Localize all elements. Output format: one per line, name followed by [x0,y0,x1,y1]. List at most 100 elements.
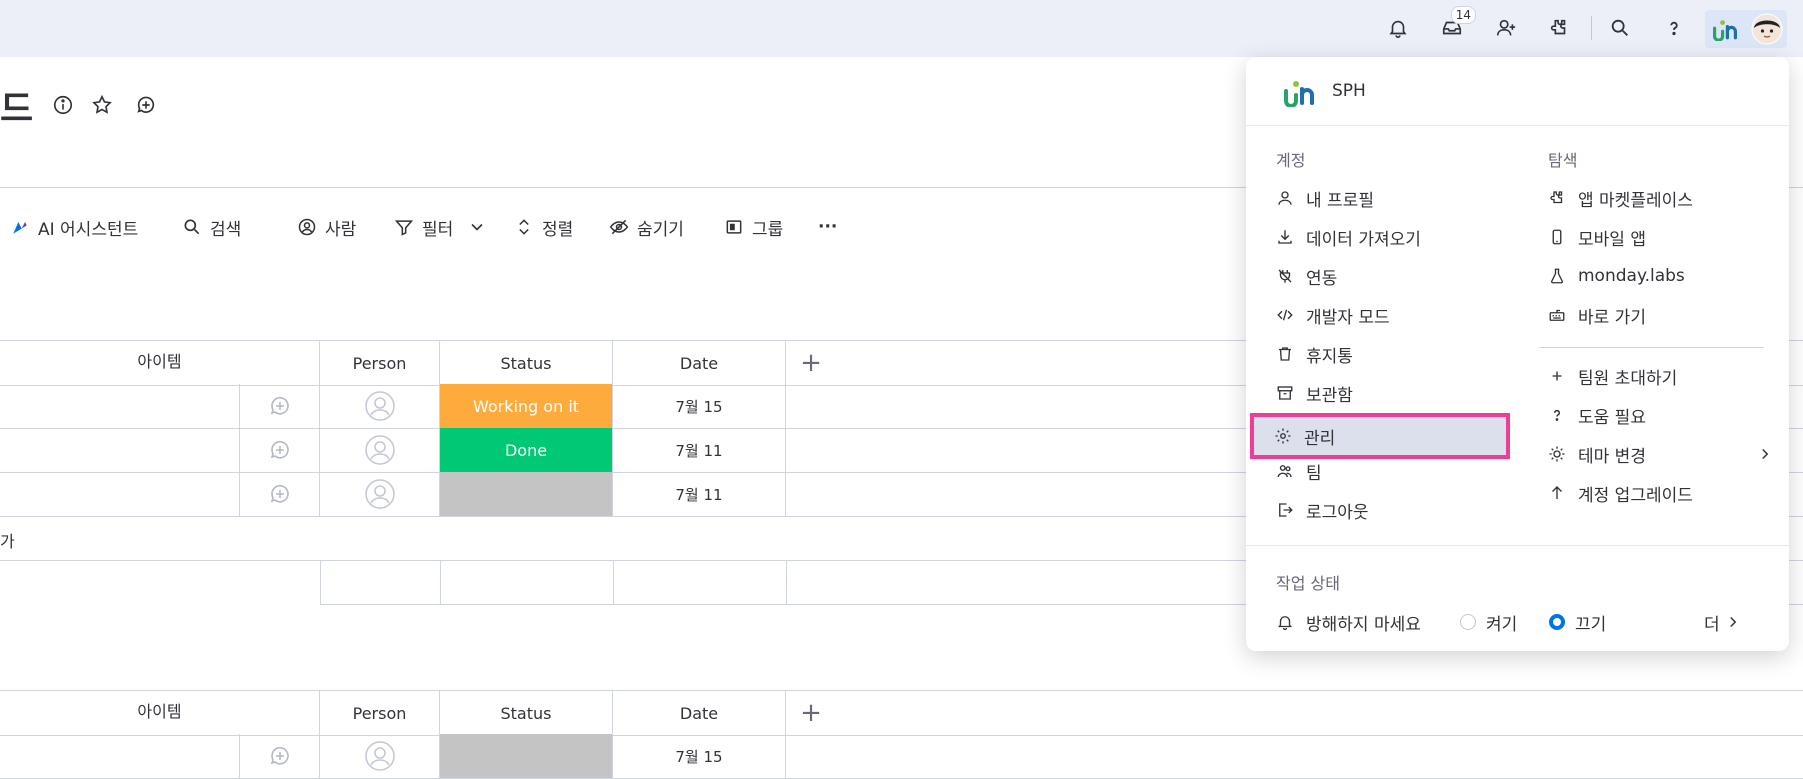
date-column-header[interactable]: Date [613,691,786,735]
menu-item-import-data[interactable]: 데이터 가져오기 [1276,220,1421,254]
add-update-button[interactable] [240,428,320,472]
add-column-button[interactable]: + [786,341,836,385]
board-updates-button[interactable] [134,93,158,117]
menu-item-change-theme[interactable]: 테마 변경 [1548,437,1769,471]
item-name-cell[interactable] [0,734,240,778]
group-button[interactable]: 그룹 [724,215,783,240]
mobile-icon [1552,229,1562,245]
item-name-cell[interactable] [0,428,240,472]
date-cell[interactable]: 7월 11 [613,428,786,472]
org-name: SPH [1332,81,1366,101]
table-header-row: 아이템 Person Status Date + [0,690,1803,736]
work-status-divider [1246,545,1789,546]
info-icon [53,95,73,115]
comment-add-icon [270,746,289,765]
board-info-button[interactable] [51,93,75,117]
menu-item-upgrade-account[interactable]: 계정 업그레이드 [1548,476,1693,510]
inbox-badge: 14 [1450,6,1476,24]
dnd-off-option[interactable]: 끄기 [1549,605,1606,639]
keyboard-icon [1549,309,1565,321]
item-name-cell[interactable] [0,384,240,428]
menu-item-integrations[interactable]: 연동 [1276,259,1337,293]
add-update-button[interactable] [240,472,320,516]
table-row[interactable]: 7월 15 [0,734,1803,779]
status-cell[interactable]: Working on it [440,384,613,428]
more-options-button[interactable]: ··· [818,215,837,239]
account-menu-button[interactable] [1705,10,1787,48]
funnel-icon [394,220,414,236]
work-status-more-button[interactable]: 더 [1704,605,1742,639]
search-button[interactable] [1604,12,1636,44]
do-not-disturb-row: 방해하지 마세요 [1276,605,1421,639]
menu-item-invite-members[interactable]: 팀원 초대하기 [1548,359,1677,393]
add-column-button[interactable]: + [786,691,836,735]
menu-item-my-profile[interactable]: 내 프로필 [1276,181,1374,215]
help-icon [1554,409,1560,421]
flask-icon [1551,268,1563,284]
menu-item-administration[interactable]: 관리 [1250,413,1510,459]
date-cell[interactable]: 7월 11 [613,472,786,516]
status-cell[interactable] [440,472,613,516]
person-column-header[interactable]: Person [320,341,440,385]
favorite-button[interactable] [90,93,114,117]
person-placeholder-icon [364,435,395,465]
menu-item-shortcuts[interactable]: 바로 가기 [1548,298,1646,332]
inbox-button[interactable]: 14 [1436,6,1476,44]
add-item-input[interactable]: 가 [0,528,15,552]
board-title[interactable]: 드 [0,80,33,132]
menu-item-developer-mode[interactable]: 개발자 모드 [1276,298,1390,332]
sort-button[interactable]: 정렬 [514,215,574,240]
date-column-header[interactable]: Date [613,341,786,385]
person-column-header[interactable]: Person [320,691,440,735]
status-column-header[interactable]: Status [440,341,613,385]
filter-button[interactable]: 필터 [394,215,487,240]
person-cell[interactable] [320,428,440,472]
menu-item-logout[interactable]: 로그아웃 [1276,493,1369,527]
search-label: 검색 [210,219,242,240]
menu-item-mobile-app[interactable]: 모바일 앱 [1548,220,1646,254]
person-filter-button[interactable]: 사람 [297,215,356,240]
menu-item-app-marketplace[interactable]: 앱 마켓플레이스 [1548,181,1693,215]
person-cell[interactable] [320,472,440,516]
add-update-button[interactable] [240,384,320,428]
sort-icon [519,219,529,235]
person-icon [1278,191,1292,205]
dnd-off-radio[interactable] [1549,614,1565,630]
eye-hidden-icon [609,219,629,235]
menu-item-trash[interactable]: 휴지통 [1276,337,1353,371]
comment-add-icon [270,440,289,459]
filter-label: 필터 [422,219,454,240]
hide-button[interactable]: 숨기기 [609,215,684,240]
summary-status-cell [441,560,614,604]
chevron-right-icon [1729,616,1736,628]
org-logo-icon [1284,81,1314,107]
menu-item-archive[interactable]: 보관함 [1276,376,1353,410]
status-column-header[interactable]: Status [440,691,613,735]
sun-icon [1549,446,1565,462]
invite-members-button[interactable] [1490,12,1522,44]
add-update-button[interactable] [240,734,320,778]
date-cell[interactable]: 7월 15 [613,384,786,428]
menu-item-teams[interactable]: 팀 [1276,454,1322,488]
date-cell[interactable]: 7월 15 [613,734,786,778]
status-cell[interactable] [440,734,613,778]
dnd-on-radio[interactable] [1460,614,1476,630]
help-button[interactable] [1658,12,1690,44]
person-cell[interactable] [320,734,440,778]
chevron-down-icon[interactable] [467,217,487,237]
item-name-cell[interactable] [0,472,240,516]
menu-item-get-help[interactable]: 도움 필요 [1548,398,1646,432]
notifications-button[interactable] [1382,12,1414,44]
dnd-on-option[interactable]: 켜기 [1460,605,1517,639]
sort-label: 정렬 [542,219,574,240]
status-cell[interactable]: Done [440,428,613,472]
bell-icon [1389,20,1407,38]
person-cell[interactable] [320,384,440,428]
explore-section-title: 탐색 [1548,151,1578,170]
menu-item-monday-labs[interactable]: monday.labs [1548,259,1685,293]
item-column-header[interactable]: 아이템 [0,341,320,385]
apps-button[interactable] [1543,12,1575,44]
item-column-header[interactable]: 아이템 [0,691,320,735]
ai-assistant-button[interactable]: AI 어시스턴트 [10,215,138,240]
search-toolbar-button[interactable]: 검색 [182,215,242,240]
